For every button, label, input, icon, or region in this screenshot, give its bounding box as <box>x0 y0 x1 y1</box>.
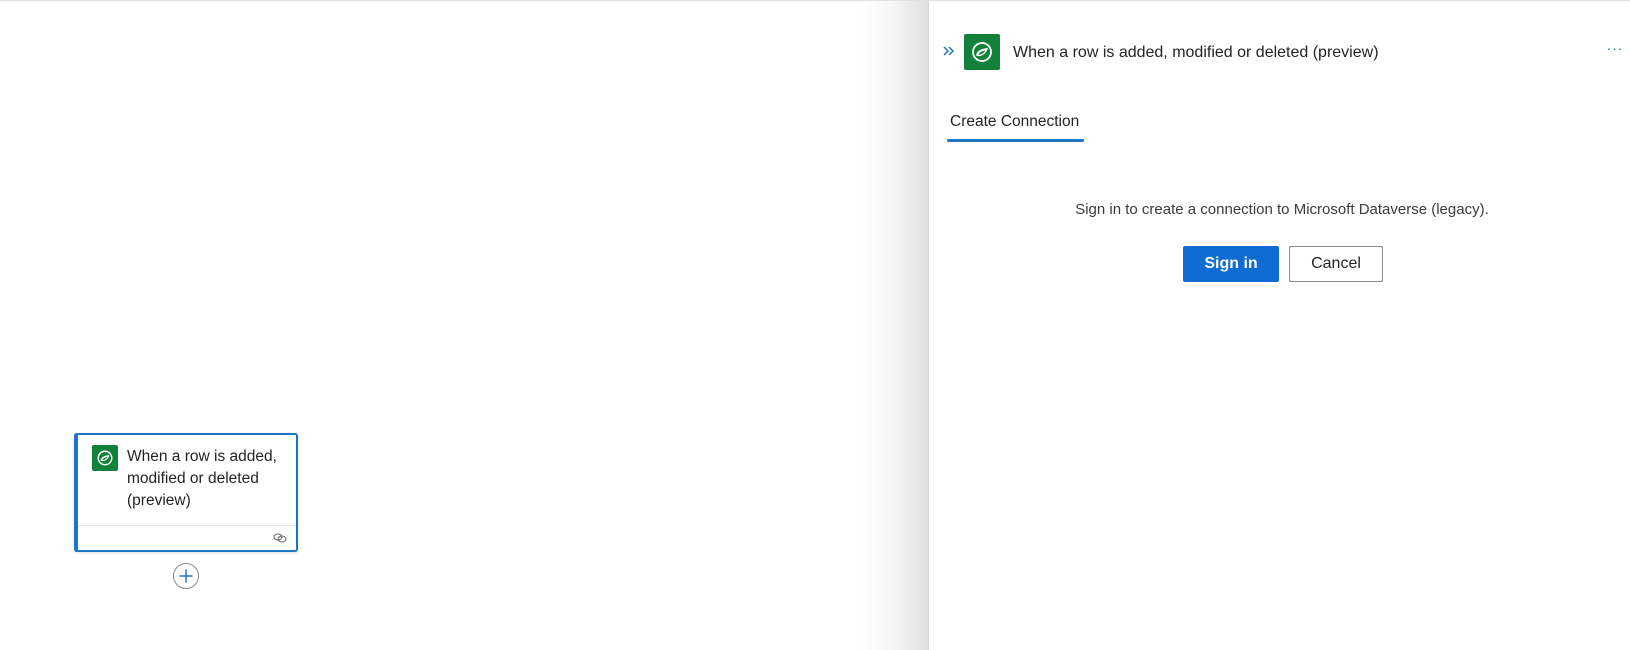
add-step-button[interactable] <box>173 563 199 589</box>
trigger-card[interactable]: When a row is added, modified or deleted… <box>74 433 298 552</box>
card-selection-accent <box>74 433 78 552</box>
dataverse-icon <box>92 445 118 471</box>
details-panel: When a row is added, modified or deleted… <box>928 1 1630 650</box>
dataverse-icon <box>964 34 1000 70</box>
link-icon <box>272 530 288 546</box>
more-options-button[interactable]: ··· <box>1605 41 1625 61</box>
panel-title: When a row is added, modified or deleted… <box>1013 44 1379 61</box>
panel-shadow <box>860 1 930 650</box>
card-divider <box>78 525 296 526</box>
sign-in-message: Sign in to create a connection to Micros… <box>1075 201 1489 218</box>
sign-in-button[interactable]: Sign in <box>1183 246 1279 282</box>
tab-selected-indicator <box>947 139 1084 142</box>
flow-canvas: When a row is added, modified or deleted… <box>0 1 930 650</box>
collapse-panel-button[interactable] <box>940 42 958 60</box>
double-chevron-right-icon <box>943 46 955 56</box>
cancel-button[interactable]: Cancel <box>1289 246 1383 282</box>
trigger-card-title: When a row is added, modified or deleted… <box>127 448 277 509</box>
plus-icon <box>179 569 193 583</box>
